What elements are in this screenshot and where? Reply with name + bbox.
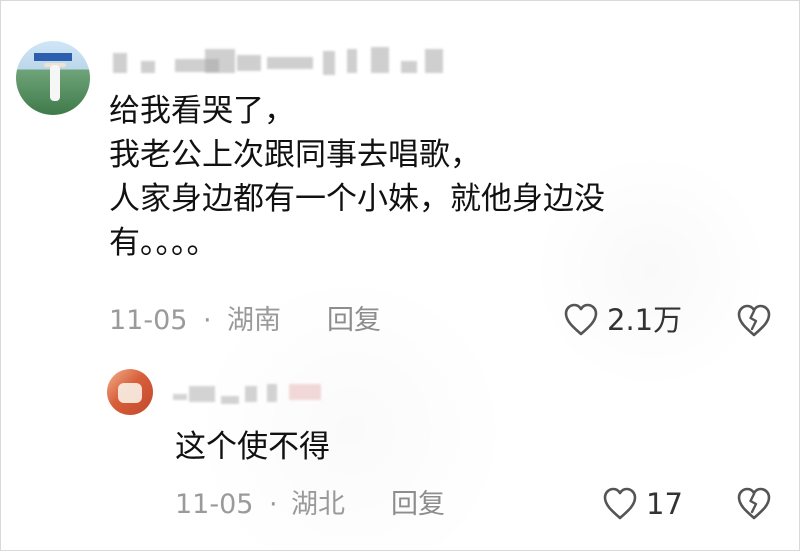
avatar-sign-shape (34, 53, 72, 61)
comment-dislike-button[interactable] (736, 304, 772, 338)
comment-date: 11-05 (109, 305, 188, 336)
comment-line-3: 人家身边都有一个小妹，就他身边没 (109, 181, 605, 217)
broken-heart-icon (736, 487, 772, 521)
comment-reply-button[interactable]: 回复 (327, 305, 381, 337)
comment-separator-dot: · (203, 305, 212, 336)
reply-separator-dot: · (269, 489, 278, 520)
comment-like-button[interactable]: 2.1万 (563, 303, 682, 337)
commenter-name-obscured[interactable] (113, 43, 453, 75)
reply-reply-button[interactable]: 回复 (391, 489, 445, 521)
broken-heart-icon (736, 304, 772, 338)
reply-name-obscured[interactable] (173, 378, 338, 408)
heart-icon (563, 303, 599, 337)
reply-location: 湖北 (291, 489, 345, 520)
reply-dislike-button[interactable] (736, 487, 772, 521)
commenter-avatar[interactable] (16, 41, 90, 115)
comment-location: 湖南 (227, 305, 281, 336)
comment-like-count: 2.1万 (607, 303, 683, 337)
reply-like-count: 17 (646, 487, 683, 521)
comment-line-4: 有。。。。 (109, 225, 218, 261)
background-texture (1, 1, 799, 550)
reply-body: 这个使不得 (175, 429, 330, 465)
reply-date: 11-05 (175, 489, 254, 520)
comment-line-1: 给我看哭了， (109, 93, 295, 129)
comment-panel: 给我看哭了， 我老公上次跟同事去唱歌， 人家身边都有一个小妹，就他身边没 有。。… (0, 0, 800, 551)
comment-body: 给我看哭了， 我老公上次跟同事去唱歌， 人家身边都有一个小妹，就他身边没 有。。… (109, 89, 709, 265)
avatar-person-shape (50, 65, 60, 101)
reply-avatar[interactable] (107, 369, 153, 415)
reply-like-button[interactable]: 17 (602, 487, 683, 521)
reply-avatar-inner-shape (118, 383, 142, 403)
comment-line-2: 我老公上次跟同事去唱歌， (109, 137, 481, 173)
heart-icon (602, 487, 638, 521)
